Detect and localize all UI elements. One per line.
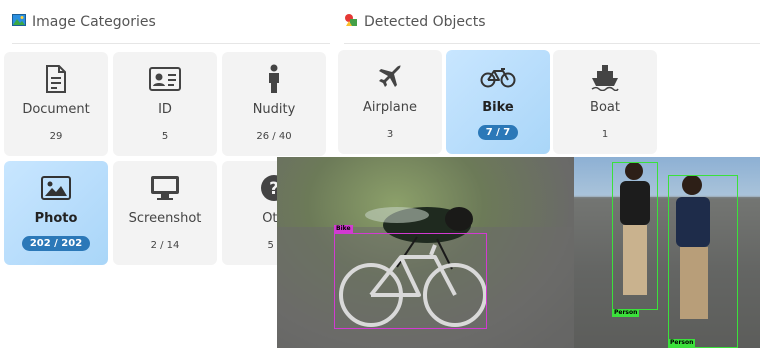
category-count-badge: 202 / 202 xyxy=(21,236,91,251)
airplane-icon xyxy=(376,62,404,92)
category-label: Document xyxy=(22,102,90,117)
image-categories-header: Image Categories xyxy=(12,0,330,44)
category-tile-document[interactable]: Document 29 xyxy=(4,52,108,156)
landscape-icon xyxy=(12,13,26,30)
object-tile-bike[interactable]: Bike 7 / 7 xyxy=(446,50,550,154)
category-count: 26 / 40 xyxy=(256,131,292,142)
category-tile-nudity[interactable]: Nudity 26 / 40 xyxy=(222,52,326,156)
person-icon xyxy=(265,64,283,94)
category-count: 5 xyxy=(161,131,169,142)
preview-photo-fly-bike[interactable]: Bike xyxy=(277,157,574,348)
object-label: Boat xyxy=(590,100,620,115)
bicycle-icon xyxy=(480,62,516,92)
category-label: Screenshot xyxy=(128,211,202,226)
object-label: Bike xyxy=(482,100,514,115)
category-label: ID xyxy=(158,102,172,117)
object-count: 1 xyxy=(601,129,609,140)
category-label: Photo xyxy=(34,211,78,226)
object-count: 3 xyxy=(386,129,394,140)
detection-box-person-1 xyxy=(612,162,658,310)
object-tile-airplane[interactable]: Airplane 3 xyxy=(338,50,442,154)
shapes-icon xyxy=(344,13,358,31)
ship-icon xyxy=(590,62,620,92)
object-count-badge: 7 / 7 xyxy=(477,125,519,140)
category-count: 2 / 14 xyxy=(150,240,180,251)
object-tile-boat[interactable]: Boat 1 xyxy=(553,50,657,154)
detection-box-bike xyxy=(334,233,487,329)
object-label: Airplane xyxy=(363,100,417,115)
detection-box-person-2 xyxy=(668,175,738,348)
category-label: Nudity xyxy=(252,102,296,117)
preview-photo-people[interactable]: Person Person xyxy=(574,157,760,348)
category-tile-id[interactable]: ID 5 xyxy=(113,52,217,156)
category-count: 29 xyxy=(49,131,63,142)
id-card-icon xyxy=(149,64,181,94)
detection-label-person-2: Person xyxy=(668,339,696,347)
image-icon xyxy=(41,173,71,203)
image-categories-title: Image Categories xyxy=(32,13,156,30)
detected-objects-title: Detected Objects xyxy=(364,13,486,30)
category-tile-screenshot[interactable]: Screenshot 2 / 14 xyxy=(113,161,217,265)
category-tile-photo[interactable]: Photo 202 / 202 xyxy=(4,161,108,265)
detected-objects-header: Detected Objects xyxy=(344,0,760,44)
document-icon xyxy=(45,64,67,94)
detection-label-person-1: Person xyxy=(612,309,640,317)
detection-label-bike: Bike xyxy=(334,225,353,233)
monitor-icon xyxy=(150,173,180,203)
